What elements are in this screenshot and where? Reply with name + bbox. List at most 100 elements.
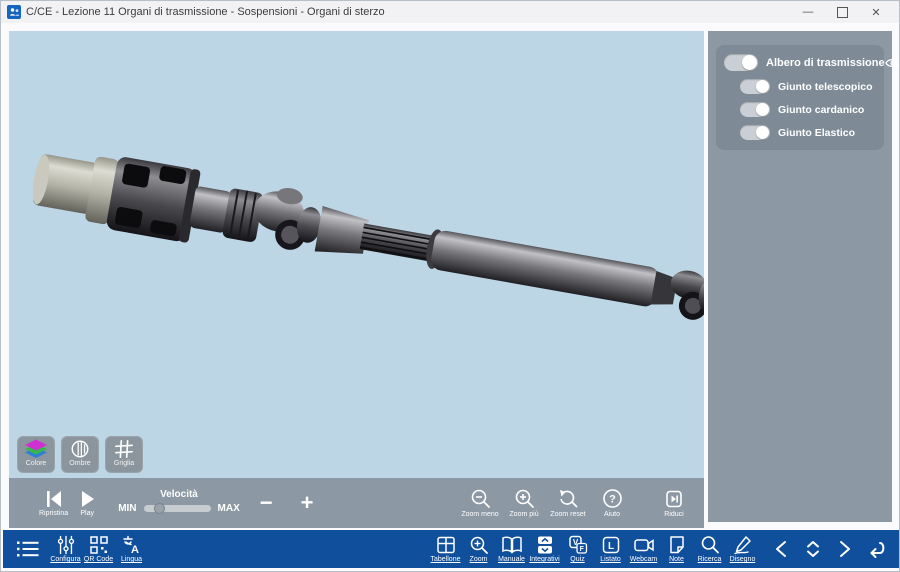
quiz-label: Quiz xyxy=(570,556,584,563)
sliders-icon xyxy=(55,535,77,555)
zoom-reset-button[interactable]: Zoom reset xyxy=(548,488,588,518)
stacked-chevron-cards-icon xyxy=(536,535,554,555)
svg-text:L: L xyxy=(607,541,613,552)
layers-card: Albero di trasmissione Giunto telescopic… xyxy=(716,45,884,150)
maximize-button[interactable] xyxy=(825,2,859,22)
visibility-eye-icon[interactable] xyxy=(885,57,900,69)
quiz-button[interactable]: V F Quiz xyxy=(561,535,594,563)
reduce-label: Riduci xyxy=(664,511,683,518)
zoom-reset-icon xyxy=(558,488,579,509)
reduce-icon xyxy=(664,489,684,509)
integrativi-button[interactable]: Integrativi xyxy=(528,535,561,563)
qr-code-label: QR Code xyxy=(84,556,113,563)
zoom-in-button[interactable]: Zoom più xyxy=(504,488,544,518)
note-button[interactable]: Note xyxy=(660,535,693,563)
speed-slider[interactable] xyxy=(144,505,211,512)
giunto-telescopico-toggle[interactable] xyxy=(740,79,770,94)
3d-viewport[interactable]: Colore Ombre Griglia xyxy=(9,31,704,478)
note-label: Note xyxy=(669,556,684,563)
zoom-reset-label: Zoom reset xyxy=(550,511,585,518)
color-button[interactable]: Colore xyxy=(17,436,55,473)
board-grid-icon xyxy=(436,535,456,555)
chevron-right-icon xyxy=(838,540,852,558)
return-button[interactable] xyxy=(865,540,889,558)
manuale-label: Manuale xyxy=(498,556,525,563)
disegno-label: Disegno xyxy=(730,556,756,563)
svg-text:F: F xyxy=(579,546,584,553)
app-window: C/CE - Lezione 11 Organi di trasmissione… xyxy=(0,0,900,572)
magnifier-plus-icon xyxy=(469,535,489,555)
configura-button[interactable]: Configura xyxy=(49,535,82,563)
grid-button[interactable]: Griglia xyxy=(105,436,143,473)
zoom-out-label: Zoom meno xyxy=(461,511,498,518)
zoom-controls-group: Zoom meno Zoom più Zoom reset xyxy=(460,488,704,518)
webcam-button[interactable]: Webcam xyxy=(627,535,660,563)
list-l-icon: L xyxy=(601,535,621,555)
zoom-out-button[interactable]: Zoom meno xyxy=(460,488,500,518)
speed-decrease-button[interactable]: − xyxy=(260,492,273,514)
help-button[interactable]: ? Aiuto xyxy=(592,488,632,518)
nav-up-down-button[interactable] xyxy=(801,540,825,558)
layer-row-giunto-cardanico: Giunto cardanico xyxy=(724,102,876,117)
zoom-button[interactable]: Zoom xyxy=(462,535,495,563)
layer-label: Giunto Elastico xyxy=(778,127,855,139)
integrativi-label: Integrativi xyxy=(529,556,559,563)
play-label: Play xyxy=(80,510,94,517)
giunto-elastico-toggle[interactable] xyxy=(740,125,770,140)
true-false-icon: V F xyxy=(568,535,588,555)
speed-control: Velocità MIN MAX xyxy=(118,493,240,514)
layer-label: Giunto cardanico xyxy=(778,104,864,116)
pen-draw-icon xyxy=(733,535,753,555)
nav-next-button[interactable] xyxy=(833,540,857,558)
albero-di-trasmissione-toggle[interactable] xyxy=(724,54,758,71)
disegno-button[interactable]: Disegno xyxy=(726,535,759,563)
listato-button[interactable]: L Listato xyxy=(594,535,627,563)
color-layers-icon xyxy=(24,439,48,459)
svg-text:?: ? xyxy=(609,494,616,506)
maximize-icon xyxy=(837,7,848,18)
nav-previous-button[interactable] xyxy=(769,540,793,558)
qr-code-button[interactable]: QR Code xyxy=(82,535,115,563)
search-icon xyxy=(700,535,720,555)
toolbar-nav-group xyxy=(769,540,889,558)
ricerca-button[interactable]: Ricerca xyxy=(693,535,726,563)
return-arrow-icon xyxy=(866,540,888,558)
title-bar: C/CE - Lezione 11 Organi di trasmissione… xyxy=(1,1,899,23)
tabellone-button[interactable]: Tabellone xyxy=(429,535,462,563)
configura-label: Configura xyxy=(50,556,80,563)
restart-label: Ripristina xyxy=(39,510,68,517)
minimize-button[interactable]: — xyxy=(791,2,825,22)
zoom-out-icon xyxy=(470,488,491,509)
giunto-cardanico-toggle[interactable] xyxy=(740,102,770,117)
chevron-up-down-icon xyxy=(804,540,822,558)
speed-slider-knob[interactable] xyxy=(154,503,165,514)
grid-button-label: Griglia xyxy=(114,460,134,467)
layer-row-giunto-telescopico: Giunto telescopico xyxy=(724,79,876,94)
main-toolbar: Configura QR Code A Lingua xyxy=(3,530,899,568)
zoom-in-label: Zoom più xyxy=(509,511,538,518)
menu-list-icon xyxy=(15,538,41,560)
view-options-group: Colore Ombre Griglia xyxy=(17,436,143,473)
menu-button[interactable] xyxy=(11,538,45,560)
zoom-in-icon xyxy=(514,488,535,509)
close-button[interactable]: ✕ xyxy=(859,2,893,22)
lingua-label: Lingua xyxy=(121,556,142,563)
speed-label: Velocità xyxy=(160,489,198,500)
manuale-button[interactable]: Manuale xyxy=(495,535,528,563)
layers-panel: Albero di trasmissione Giunto telescopic… xyxy=(708,31,892,522)
grid-icon xyxy=(113,439,135,459)
lingua-button[interactable]: A Lingua xyxy=(115,535,148,563)
toolbar-center-group: Tabellone Zoom Manuale xyxy=(429,535,759,563)
restart-button[interactable]: Ripristina xyxy=(39,490,68,517)
speed-increase-button[interactable]: + xyxy=(301,492,314,514)
play-button[interactable]: Play xyxy=(78,490,96,517)
video-camera-icon xyxy=(633,535,655,555)
speed-min-label: MIN xyxy=(118,503,136,514)
color-button-label: Colore xyxy=(26,460,47,467)
shadow-button[interactable]: Ombre xyxy=(61,436,99,473)
window-title: C/CE - Lezione 11 Organi di trasmissione… xyxy=(26,6,385,18)
zoom-label: Zoom xyxy=(470,556,488,563)
reduce-button[interactable]: Riduci xyxy=(654,489,694,518)
webcam-label: Webcam xyxy=(630,556,658,563)
svg-text:A: A xyxy=(131,544,139,555)
